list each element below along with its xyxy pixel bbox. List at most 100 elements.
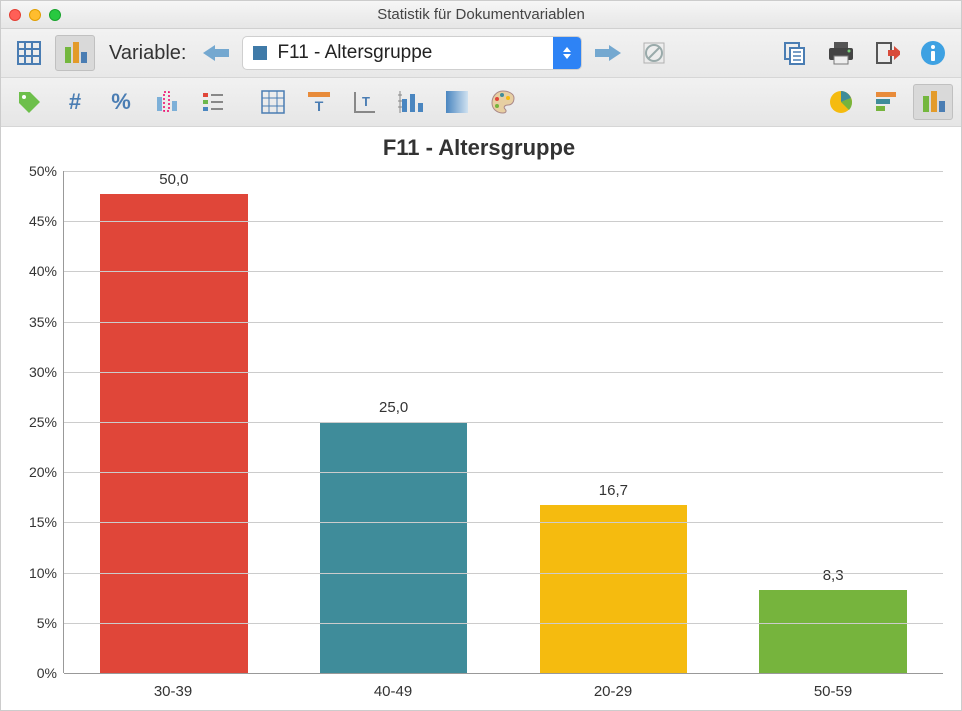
chart-area: F11 - Altersgruppe 0% 5% 10% 15% 20% 25% 30% 35… bbox=[1, 127, 961, 710]
pie-chart-button[interactable] bbox=[821, 84, 861, 120]
bar-value-label: 25,0 bbox=[379, 399, 408, 416]
x-tick-label: 50-59 bbox=[723, 673, 943, 700]
bar-rect bbox=[540, 505, 688, 673]
gridlines-button[interactable] bbox=[253, 84, 293, 120]
y-tick-label: 25% bbox=[29, 414, 57, 430]
chart-title: F11 - Altersgruppe bbox=[15, 135, 943, 161]
title-t-icon: T bbox=[306, 89, 332, 115]
export-button[interactable] bbox=[867, 35, 907, 71]
select-bars-icon bbox=[154, 89, 180, 115]
grid-line bbox=[64, 221, 943, 222]
info-icon bbox=[920, 40, 946, 66]
next-variable-button[interactable] bbox=[588, 35, 628, 71]
variable-color-swatch bbox=[253, 46, 267, 60]
bar-value-label: 8,3 bbox=[823, 567, 844, 584]
title-edit-button[interactable]: T bbox=[299, 84, 339, 120]
copy-button[interactable] bbox=[775, 35, 815, 71]
bar-chart-icon bbox=[62, 40, 88, 66]
filter-clear-button[interactable] bbox=[634, 35, 674, 71]
x-axis: 30-3940-4920-2950-59 bbox=[15, 673, 943, 700]
print-button[interactable] bbox=[821, 35, 861, 71]
bar-rect bbox=[100, 194, 248, 673]
horizontal-bar-button[interactable] bbox=[867, 84, 907, 120]
grid-line bbox=[64, 573, 943, 574]
vertical-bar-button[interactable] bbox=[913, 84, 953, 120]
vbar-icon bbox=[920, 89, 946, 115]
plot-grid: 50,0 25,0 16,7 8,3 bbox=[63, 171, 943, 673]
grid-line bbox=[64, 171, 943, 172]
grid-line bbox=[64, 422, 943, 423]
y-axis: 0%5%10%15%20%25%30%35%40%45%50% bbox=[15, 171, 63, 673]
y-tick-label: 45% bbox=[29, 213, 57, 229]
y-tick-label: 0% bbox=[37, 665, 57, 681]
count-button[interactable]: # bbox=[55, 84, 95, 120]
window-title: Statistik für Dokumentvariablen bbox=[1, 6, 961, 23]
y-tick-label: 15% bbox=[29, 514, 57, 530]
table-icon bbox=[16, 40, 42, 66]
grid-icon bbox=[261, 90, 285, 114]
y-tick-label: 5% bbox=[37, 615, 57, 631]
grid-line bbox=[64, 372, 943, 373]
pie-icon bbox=[828, 89, 854, 115]
info-button[interactable] bbox=[913, 35, 953, 71]
variable-label: Variable: bbox=[109, 42, 186, 65]
y-tick-label: 35% bbox=[29, 314, 57, 330]
axis-label-button[interactable]: T bbox=[345, 84, 385, 120]
circle-slash-icon bbox=[641, 40, 667, 66]
variable-dropdown[interactable]: F11 - Altersgruppe bbox=[242, 36, 582, 70]
grid-line bbox=[64, 472, 943, 473]
table-view-button[interactable] bbox=[9, 35, 49, 71]
maximize-icon[interactable] bbox=[49, 9, 61, 21]
x-tick-label: 30-39 bbox=[63, 673, 283, 700]
bar-value-label: 16,7 bbox=[599, 482, 628, 499]
y-tick-label: 40% bbox=[29, 263, 57, 279]
arrow-right-icon bbox=[593, 43, 623, 63]
scale-button[interactable] bbox=[391, 84, 431, 120]
scale-bars-icon bbox=[398, 89, 424, 115]
toolbar-main: Variable: F11 - Altersgruppe bbox=[1, 29, 961, 78]
legend-button[interactable] bbox=[193, 84, 233, 120]
hash-icon: # bbox=[69, 89, 81, 115]
export-icon bbox=[874, 40, 900, 66]
variable-dropdown-label: F11 - Altersgruppe bbox=[277, 42, 543, 64]
select-bars-button[interactable] bbox=[147, 84, 187, 120]
dropdown-arrows-icon bbox=[553, 36, 581, 70]
app-window: Statistik für Dokumentvariablen Variable… bbox=[0, 0, 962, 711]
svg-text:T: T bbox=[362, 94, 370, 109]
svg-text:T: T bbox=[315, 98, 324, 114]
minimize-icon[interactable] bbox=[29, 9, 41, 21]
prev-variable-button[interactable] bbox=[196, 35, 236, 71]
grid-line bbox=[64, 271, 943, 272]
tag-button[interactable] bbox=[9, 84, 49, 120]
grid-line bbox=[64, 623, 943, 624]
y-tick-label: 10% bbox=[29, 565, 57, 581]
bar-rect bbox=[759, 590, 907, 673]
axis-t-icon: T bbox=[352, 89, 378, 115]
x-tick-label: 40-49 bbox=[283, 673, 503, 700]
x-tick-label: 20-29 bbox=[503, 673, 723, 700]
grid-line bbox=[64, 322, 943, 323]
arrow-left-icon bbox=[201, 43, 231, 63]
y-tick-label: 30% bbox=[29, 364, 57, 380]
percent-icon: % bbox=[111, 89, 131, 115]
gradient-icon bbox=[445, 90, 469, 114]
grid-line bbox=[64, 673, 943, 674]
color-palette-button[interactable] bbox=[483, 84, 523, 120]
y-tick-label: 50% bbox=[29, 163, 57, 179]
toolbar-chart: # % bbox=[1, 78, 961, 127]
bar-value-label: 50,0 bbox=[159, 171, 188, 188]
list-icon bbox=[200, 89, 226, 115]
gradient-button[interactable] bbox=[437, 84, 477, 120]
printer-icon bbox=[827, 40, 855, 66]
chart-view-button[interactable] bbox=[55, 35, 95, 71]
chart-plot: 0%5%10%15%20%25%30%35%40%45%50% 50,025,0… bbox=[15, 171, 943, 673]
copy-icon bbox=[782, 40, 808, 66]
y-tick-label: 20% bbox=[29, 464, 57, 480]
bar-rect bbox=[320, 422, 468, 673]
tag-icon bbox=[16, 89, 42, 115]
percent-button[interactable]: % bbox=[101, 84, 141, 120]
close-icon[interactable] bbox=[9, 9, 21, 21]
title-bar: Statistik für Dokumentvariablen bbox=[1, 1, 961, 29]
palette-icon bbox=[490, 89, 516, 115]
hbar-icon bbox=[874, 89, 900, 115]
